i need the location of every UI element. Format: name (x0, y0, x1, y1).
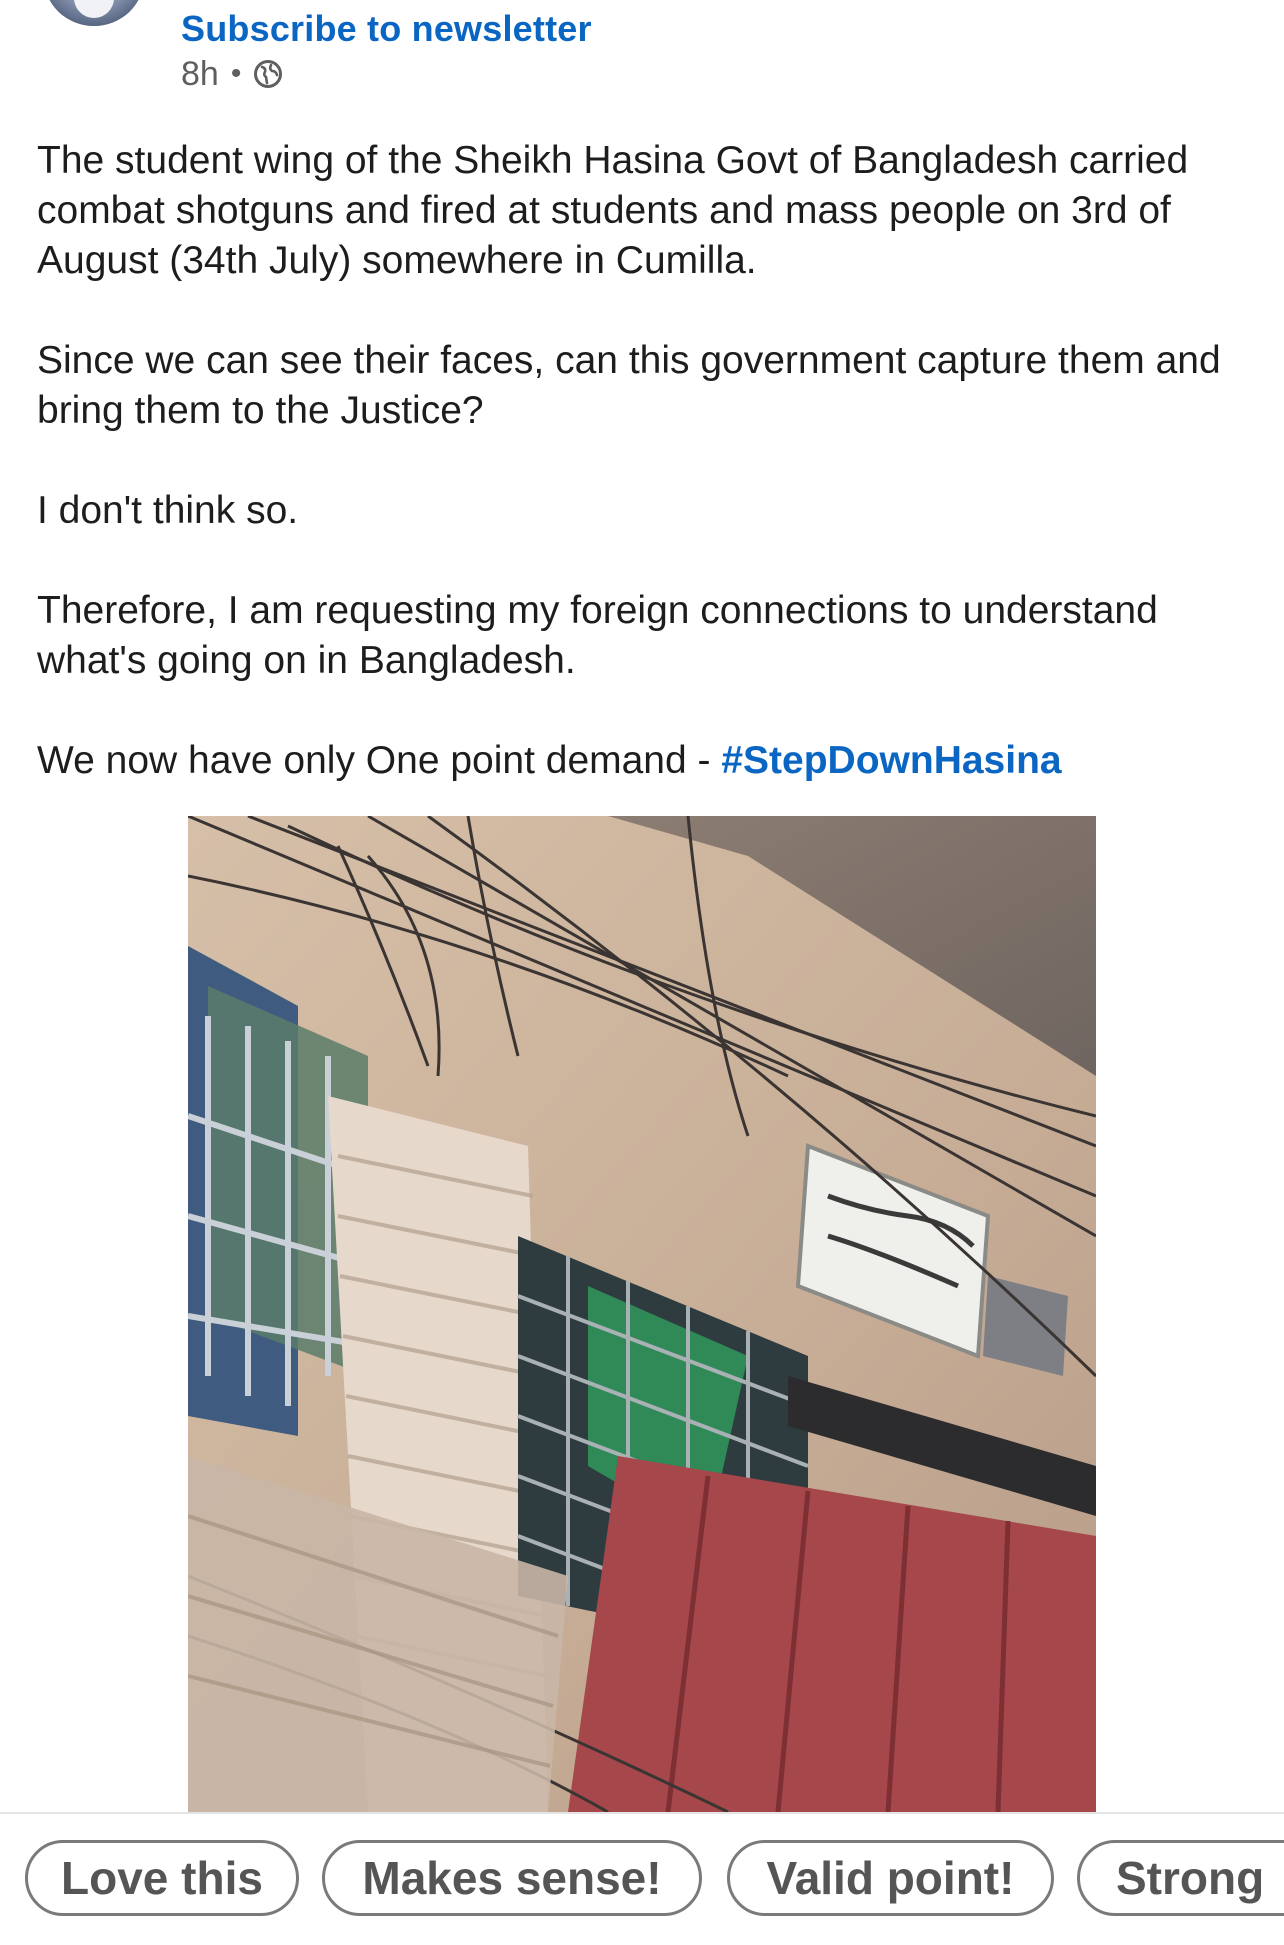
post-paragraph-demand: We now have only One point demand - #Ste… (37, 736, 1257, 786)
post-paragraph: Since we can see their faces, can this g… (37, 339, 1221, 432)
reaction-chip-makes-sense[interactable]: Makes sense! (322, 1840, 702, 1916)
reaction-chip-valid-point[interactable]: Valid point! (727, 1840, 1054, 1916)
demand-text: We now have only One point demand - (37, 739, 722, 782)
video-frame-image (188, 816, 1096, 1812)
reaction-chip-strong[interactable]: Strong (1077, 1840, 1284, 1916)
hashtag-link[interactable]: #StepDownHasina (721, 739, 1061, 782)
subscribe-newsletter-link[interactable]: Subscribe to newsletter (181, 8, 592, 50)
reaction-chip-love-this[interactable]: Love this (25, 1840, 299, 1916)
post-meta: 8h • (181, 52, 283, 96)
post-video[interactable] (188, 816, 1096, 1812)
reaction-suggestions-bar: Love this Makes sense! Valid point! Stro… (0, 1812, 1284, 1945)
post-paragraph: Therefore, I am requesting my foreign co… (37, 589, 1158, 682)
post-time: 8h (181, 54, 219, 93)
meta-separator: • (230, 57, 242, 90)
post-paragraph: I don't think so. (37, 489, 299, 532)
post-paragraph: The student wing of the Sheikh Hasina Go… (37, 139, 1189, 282)
author-avatar[interactable] (44, 0, 144, 26)
post-text: The student wing of the Sheikh Hasina Go… (37, 136, 1257, 836)
globe-icon (254, 60, 283, 88)
